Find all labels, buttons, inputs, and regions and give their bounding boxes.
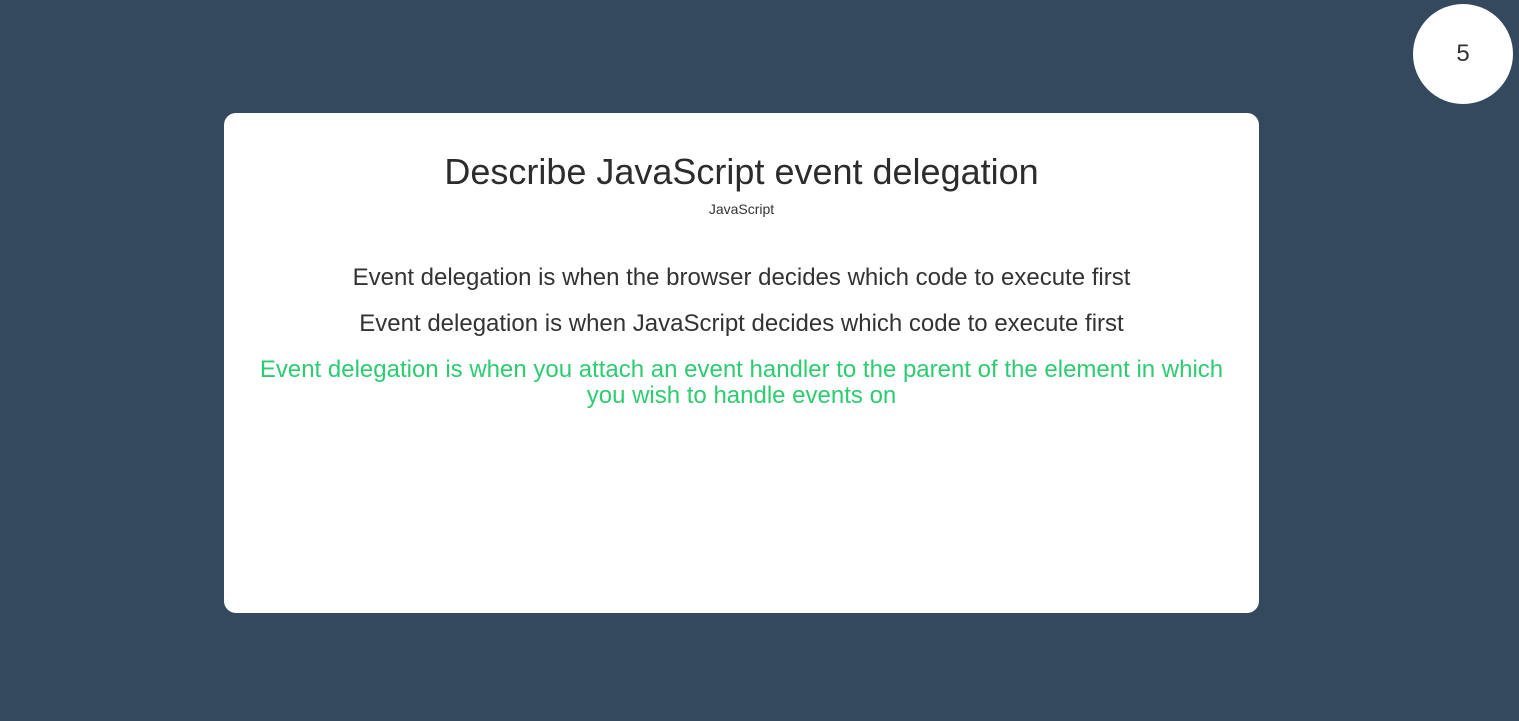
question-category: JavaScript bbox=[708, 201, 775, 217]
score-badge: 5 bbox=[1413, 4, 1513, 104]
answer-option[interactable]: Event delegation is when JavaScript deci… bbox=[254, 311, 1229, 337]
answer-option[interactable]: Event delegation is when the browser dec… bbox=[254, 265, 1229, 291]
answer-option-correct[interactable]: Event delegation is when you attach an e… bbox=[254, 357, 1229, 409]
question-card: Describe JavaScript event delegation Jav… bbox=[224, 113, 1259, 613]
score-value: 5 bbox=[1456, 40, 1470, 67]
question-title: Describe JavaScript event delegation bbox=[444, 151, 1039, 192]
answers-list: Event delegation is when the browser dec… bbox=[254, 265, 1229, 429]
